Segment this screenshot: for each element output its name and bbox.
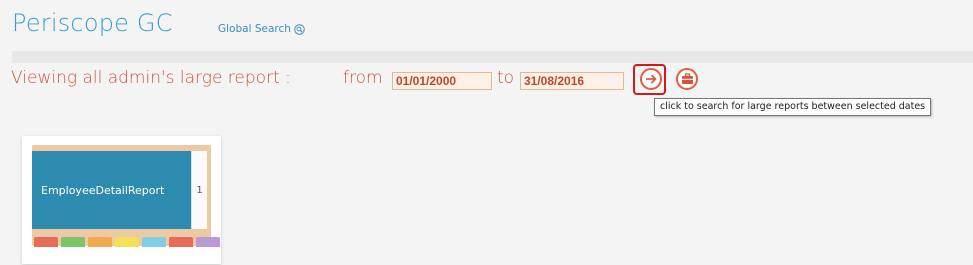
global-search-label: Global Search [218, 23, 291, 35]
page-heading: Viewing all admin's large report : [11, 68, 291, 88]
report-cover: EmployeeDetailReport [32, 151, 191, 229]
header-divider-band [12, 51, 973, 63]
to-label: to [497, 68, 515, 88]
reset-button[interactable] [676, 68, 698, 90]
report-title: EmployeeDetailReport [41, 183, 165, 197]
report-binder: EmployeeDetailReport 1 [32, 145, 220, 247]
report-tab [169, 237, 193, 247]
briefcase-icon [681, 73, 693, 84]
report-tab [142, 237, 166, 247]
magnifier-icon [294, 23, 305, 35]
report-tab [115, 237, 139, 247]
report-tabs [34, 237, 220, 247]
arrow-right-icon [646, 74, 657, 84]
report-card[interactable]: EmployeeDetailReport 1 [22, 136, 221, 264]
report-tab [196, 237, 220, 247]
report-tab [34, 237, 58, 247]
global-search-link[interactable]: Global Search [218, 23, 305, 35]
to-date-input[interactable] [520, 72, 624, 90]
report-tab [88, 237, 112, 247]
app-title: Periscope GC [12, 9, 173, 37]
report-tab [61, 237, 85, 247]
search-go-button[interactable] [640, 68, 662, 90]
from-label: from [343, 68, 383, 88]
search-tooltip: click to search for large reports betwee… [654, 98, 932, 116]
page: Periscope GC Global Search Viewing all a… [0, 0, 973, 265]
from-date-input[interactable] [392, 72, 492, 90]
report-count: 1 [191, 151, 207, 229]
